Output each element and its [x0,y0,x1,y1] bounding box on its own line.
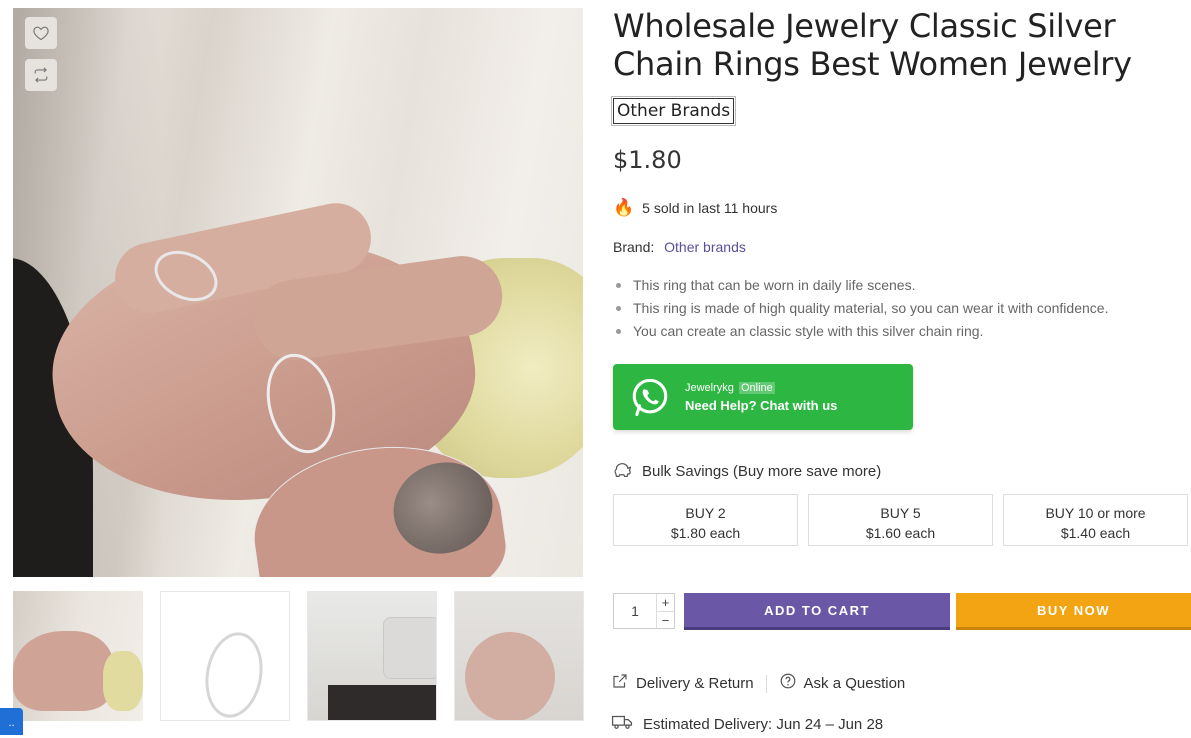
tier-qty: BUY 2 [685,505,726,521]
buy-now-button[interactable]: BUY NOW [956,593,1191,630]
feature-item: This ring that can be worn in daily life… [613,275,1108,298]
whatsapp-icon [632,378,668,417]
bulk-tiers: BUY 2 $1.80 each BUY 5 $1.60 each BUY 10… [613,494,1188,546]
bulk-tier[interactable]: BUY 10 or more $1.40 each [1003,494,1188,546]
ask-question-link[interactable]: Ask a Question [804,675,906,692]
product-title: Wholesale Jewelry Classic Silver Chain R… [613,7,1132,83]
info-links: Delivery & Return Ask a Question [611,672,905,695]
brand-line: Brand: Other brands [613,239,746,255]
bulk-heading-text: Bulk Savings (Buy more save more) [642,463,882,480]
estimated-delivery: Estimated Delivery: Jun 24 – Jun 28 [611,714,883,735]
feature-item: This ring is made of high quality materi… [613,298,1108,321]
question-icon [779,672,797,695]
thumbnail-strip [13,591,584,721]
online-status: Online [738,381,775,394]
compare-icon [34,67,48,83]
quantity-input[interactable]: 1 [614,594,657,628]
tier-price: $1.80 each [670,525,741,541]
floating-tab[interactable]: .. [0,708,23,735]
quantity-stepper: 1 + − [613,593,675,629]
brand-badge[interactable]: Other Brands [613,98,735,124]
fire-icon: 🔥 [613,198,635,217]
agent-name: Jewelrykg [685,381,734,394]
bulk-savings-heading: Bulk Savings (Buy more save more) [613,460,881,483]
bulk-tier[interactable]: BUY 2 $1.80 each [613,494,798,546]
estimated-delivery-text: Estimated Delivery: Jun 24 – Jun 28 [643,716,884,733]
thumbnail-4[interactable] [454,591,584,721]
compare-button[interactable] [25,59,57,91]
brand-label: Brand: [613,239,655,255]
wishlist-button[interactable] [25,17,57,49]
tier-qty: BUY 10 or more [1045,505,1146,521]
brand-link[interactable]: Other brands [664,239,746,255]
thumbnail-2[interactable] [160,591,290,721]
feature-list: This ring that can be worn in daily life… [613,275,1108,344]
quantity-decrease-button[interactable]: − [657,612,674,629]
tier-price: $1.40 each [1060,525,1131,541]
main-product-image[interactable] [13,8,583,577]
truck-icon [611,714,633,735]
heart-icon [33,26,49,41]
add-to-cart-button[interactable]: ADD TO CART [684,593,950,630]
feature-item: You can create an classic style with thi… [613,321,1108,344]
thumbnail-3[interactable] [307,591,437,721]
sold-counter: 🔥 5 sold in last 11 hours [613,198,777,218]
delivery-return-link[interactable]: Delivery & Return [636,675,754,692]
whatsapp-chat-button[interactable]: Jewelrykg Online Need Help? Chat with us [613,364,913,430]
thumbnail-1[interactable] [13,591,143,721]
tier-qty: BUY 5 [880,505,921,521]
sold-text: 5 sold in last 11 hours [642,200,778,216]
tier-price: $1.60 each [865,525,936,541]
share-box-icon [611,672,629,695]
product-price: $1.80 [613,146,682,174]
chat-cta: Need Help? Chat with us [685,397,838,413]
quantity-increase-button[interactable]: + [657,594,674,612]
bulk-tier[interactable]: BUY 5 $1.60 each [808,494,993,546]
piggy-bank-icon [613,460,633,483]
